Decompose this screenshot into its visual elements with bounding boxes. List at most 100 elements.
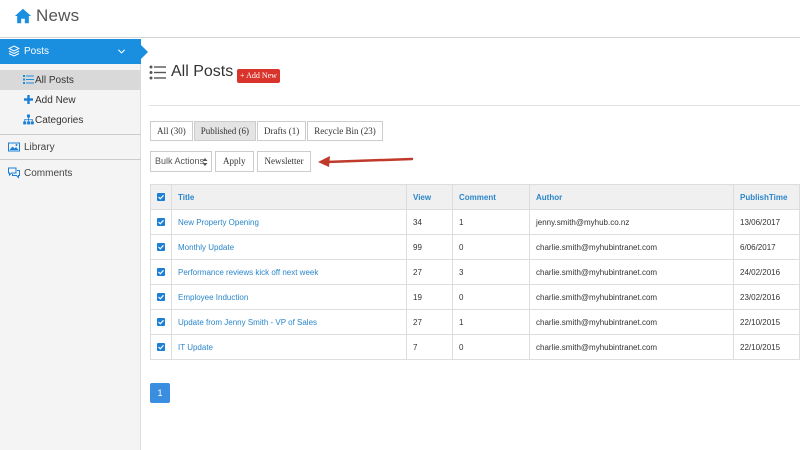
list-icon — [149, 65, 166, 79]
row-checkbox[interactable] — [157, 318, 165, 327]
select-arrows-icon — [202, 158, 208, 166]
post-comments: 0 — [452, 284, 530, 310]
list-icon — [23, 75, 34, 84]
post-title-link[interactable]: Performance reviews kick off next week — [171, 259, 407, 285]
column-header-author[interactable]: Author — [529, 184, 734, 210]
brand[interactable]: News — [14, 6, 79, 26]
tab-recycle-bin[interactable]: Recycle Bin (23) — [307, 121, 383, 141]
bulk-actions-value: Bulk Actions — [155, 156, 205, 166]
post-title-link[interactable]: Update from Jenny Smith - VP of Sales — [171, 309, 407, 335]
post-publish-time: 22/10/2015 — [733, 309, 800, 335]
column-header-view[interactable]: View — [406, 184, 453, 210]
plus-icon — [24, 95, 33, 104]
sidebar-item-posts[interactable]: Posts — [0, 39, 148, 64]
post-comments: 3 — [452, 259, 530, 285]
post-publish-time: 22/10/2015 — [733, 334, 800, 360]
page-header: All Posts — [149, 63, 233, 81]
row-select-cell[interactable] — [150, 209, 172, 235]
sidebar: Posts All Posts Add New Categories Libra… — [0, 39, 148, 450]
check-icon — [158, 195, 164, 201]
table-row: Performance reviews kick off next week 2… — [150, 259, 800, 285]
check-icon — [158, 295, 164, 301]
post-comments: 0 — [452, 234, 530, 260]
table-header-row: Title View Comment Author PublishTime — [150, 184, 800, 210]
column-header-title[interactable]: Title — [171, 184, 407, 210]
sidebar-divider — [0, 159, 141, 160]
table-row: New Property Opening 34 1 jenny.smith@my… — [150, 209, 800, 235]
post-views: 19 — [406, 284, 453, 310]
sidebar-item-label: Add New — [35, 95, 76, 106]
column-header-publish-time[interactable]: PublishTime — [733, 184, 800, 210]
post-title-link[interactable]: Employee Induction — [171, 284, 407, 310]
pagination-page-1[interactable]: 1 — [150, 383, 170, 403]
table-row: IT Update 7 0 charlie.smith@myhubintrane… — [150, 334, 800, 360]
chevron-down-icon[interactable] — [117, 47, 126, 56]
post-views: 27 — [406, 259, 453, 285]
post-comments: 0 — [452, 334, 530, 360]
row-checkbox[interactable] — [157, 218, 165, 227]
post-author: charlie.smith@myhubintranet.com — [529, 309, 734, 335]
select-all-checkbox[interactable] — [157, 193, 165, 202]
row-select-cell[interactable] — [150, 284, 172, 310]
row-select-cell[interactable] — [150, 309, 172, 335]
post-author: charlie.smith@myhubintranet.com — [529, 234, 734, 260]
add-new-button[interactable]: + Add New — [237, 69, 280, 83]
table-row: Monthly Update 99 0 charlie.smith@myhubi… — [150, 234, 800, 260]
row-checkbox[interactable] — [157, 268, 165, 277]
post-publish-time: 24/02/2016 — [733, 259, 800, 285]
sidebar-item-comments[interactable]: Comments — [0, 162, 141, 184]
row-checkbox[interactable] — [157, 293, 165, 302]
post-comments: 1 — [452, 309, 530, 335]
sidebar-item-categories[interactable]: Categories — [0, 110, 141, 130]
post-author: jenny.smith@myhub.co.nz — [529, 209, 734, 235]
bulk-actions-select[interactable]: Bulk Actions — [150, 151, 212, 172]
post-publish-time: 6/06/2017 — [733, 234, 800, 260]
post-title-link[interactable]: IT Update — [171, 334, 407, 360]
post-views: 7 — [406, 334, 453, 360]
column-header-comment[interactable]: Comment — [452, 184, 530, 210]
post-views: 34 — [406, 209, 453, 235]
newsletter-button[interactable]: Newsletter — [256, 151, 312, 172]
image-icon — [8, 142, 20, 152]
tab-drafts[interactable]: Drafts (1) — [257, 121, 307, 141]
post-publish-time: 23/02/2016 — [733, 284, 800, 310]
row-select-cell[interactable] — [150, 234, 172, 260]
sidebar-item-library[interactable]: Library — [0, 136, 141, 158]
post-comments: 1 — [452, 209, 530, 235]
post-author: charlie.smith@myhubintranet.com — [529, 284, 734, 310]
sidebar-item-label: Posts — [24, 46, 50, 57]
post-title-link[interactable]: Monthly Update — [171, 234, 407, 260]
sidebar-item-label: Categories — [35, 115, 84, 126]
check-icon — [158, 245, 164, 251]
comments-icon — [8, 167, 20, 179]
sitemap-icon — [23, 114, 34, 125]
row-select-cell[interactable] — [150, 259, 172, 285]
posts-table: Title View Comment Author PublishTime Ne… — [150, 184, 800, 360]
post-title-link[interactable]: New Property Opening — [171, 209, 407, 235]
main-content: All Posts + Add New All (30) Published (… — [141, 39, 800, 450]
bulk-actions-bar: Bulk Actions Apply Newsletter — [150, 151, 314, 172]
layers-icon — [8, 45, 20, 57]
annotation-arrow-icon — [318, 156, 414, 167]
tab-all[interactable]: All (30) — [150, 121, 193, 141]
select-all-header[interactable] — [150, 184, 172, 210]
sidebar-item-label: Library — [24, 142, 55, 153]
home-icon — [14, 8, 32, 24]
row-select-cell[interactable] — [150, 334, 172, 360]
app-title: News — [36, 6, 80, 25]
post-author: charlie.smith@myhubintranet.com — [529, 334, 734, 360]
sidebar-item-label: All Posts — [35, 75, 74, 86]
row-checkbox[interactable] — [157, 343, 165, 352]
sidebar-divider — [0, 134, 141, 135]
table-row: Employee Induction 19 0 charlie.smith@my… — [150, 284, 800, 310]
apply-button[interactable]: Apply — [215, 151, 254, 172]
sidebar-item-add-new[interactable]: Add New — [0, 90, 141, 110]
check-icon — [158, 220, 164, 226]
top-bar: News — [0, 0, 800, 38]
sidebar-item-all-posts[interactable]: All Posts — [0, 70, 141, 90]
row-checkbox[interactable] — [157, 243, 165, 252]
check-icon — [158, 345, 164, 351]
sidebar-item-label: Comments — [24, 168, 73, 179]
header-divider — [149, 105, 800, 106]
tab-published[interactable]: Published (6) — [193, 121, 256, 141]
